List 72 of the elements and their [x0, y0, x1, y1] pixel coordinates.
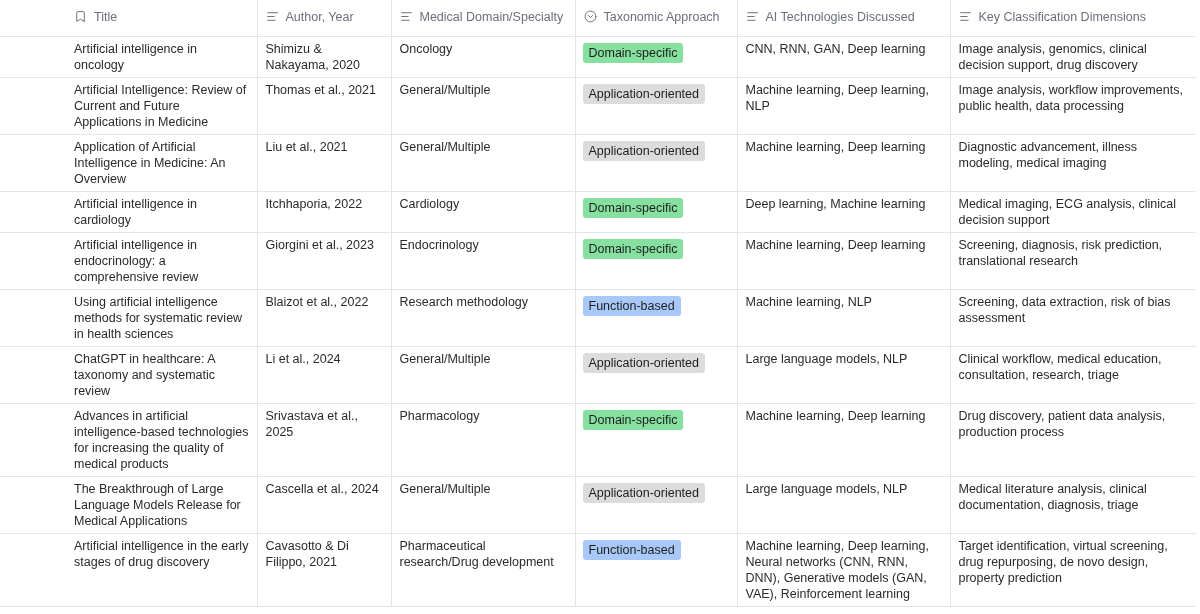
cell-text: Deep learning, Machine learning — [745, 197, 926, 211]
cell-text: Image analysis, workflow improvements, public health, data processing — [958, 83, 1183, 113]
approach-tag: Application-oriented — [582, 141, 705, 161]
cell-text: Liu et al., 2021 — [265, 140, 348, 154]
cell-text: Blaizot et al., 2022 — [265, 295, 369, 309]
cell-text: Shimizu & Nakayama, 2020 — [265, 42, 360, 72]
cell-text: Machine learning, Deep learning, Neural networks (CNN, RNN, DNN), Generative models (GAN, VAE), Reinforcement learning — [745, 539, 929, 601]
cell-text: Oncology — [399, 42, 453, 56]
cell-text: Screening, diagnosis, risk prediction, translational research — [958, 238, 1163, 268]
text-lines-icon — [958, 10, 972, 24]
cell-text: ChatGPT in healthcare: A taxonomy and systematic review — [74, 352, 216, 398]
text-lines-icon — [265, 10, 279, 24]
circle-chevron-icon — [583, 10, 597, 24]
cell-text: Artificial intelligence in oncology — [74, 42, 197, 72]
approach-tag: Application-oriented — [582, 84, 705, 104]
cell-text: Artificial intelligence in endocrinology: a comprehensive review — [74, 238, 199, 284]
cell-text: General/Multiple — [399, 482, 491, 496]
text-lines-icon — [745, 10, 759, 24]
bookmark-icon — [74, 10, 87, 24]
column-header: Taxonomic Approach — [603, 8, 720, 25]
column-header: Title — [94, 8, 118, 25]
cell-text: Image analysis, genomics, clinical decision support, drug discovery — [958, 42, 1147, 72]
cell-text: The Breakthrough of Large Language Models Release for Medical Applications — [74, 482, 241, 528]
cell-text: Cascella et al., 2024 — [265, 482, 379, 496]
cell-text: Giorgini et al., 2023 — [265, 238, 374, 252]
column-header: AI Technologies Discussed — [765, 8, 915, 25]
cell-text: Application of Artificial Intelligence in Medicine: An Overview — [74, 140, 226, 186]
cell-text: Medical literature analysis, clinical documentation, diagnosis, triage — [958, 482, 1147, 512]
approach-tag: Domain-specific — [582, 239, 684, 259]
approach-tag: Application-oriented — [582, 353, 705, 373]
column-header: Medical Domain/Specialty — [419, 8, 564, 25]
cell-text: Itchhaporia, 2022 — [265, 197, 363, 211]
approach-tag: Function-based — [582, 540, 681, 560]
cell-text: Drug discovery, patient data analysis, production process — [958, 409, 1166, 439]
cell-text: Diagnostic advancement, illness modeling, medical imaging — [958, 140, 1138, 170]
approach-tag: Domain-specific — [582, 410, 684, 430]
cell-text: Cavasotto & Di Filippo, 2021 — [265, 539, 349, 569]
cell-text: Machine learning, Deep learning — [745, 238, 926, 252]
cell-text: Machine learning, Deep learning, NLP — [745, 83, 929, 113]
cell-text: Advances in artificial intelligence-based technologies for increasing the quality of medical products — [74, 409, 249, 471]
cell-text: Cardiology — [399, 197, 460, 211]
cell-text: Thomas et al., 2021 — [265, 83, 376, 97]
text-lines-icon — [399, 10, 413, 24]
cell-text: General/Multiple — [399, 83, 491, 97]
approach-tag: Application-oriented — [582, 483, 705, 503]
cell-text: General/Multiple — [399, 140, 491, 154]
cell-text: Machine learning, Deep learning — [745, 140, 926, 154]
cell-text: Clinical workflow, medical education, consultation, research, triage — [958, 352, 1162, 382]
approach-tag: Domain-specific — [582, 43, 684, 63]
cell-text: CNN, RNN, GAN, Deep learning — [745, 42, 926, 56]
cell-text: Machine learning, Deep learning — [745, 409, 926, 423]
cell-text: Li et al., 2024 — [265, 352, 341, 366]
cell-text: Pharmaceutical research/Drug development — [399, 539, 554, 569]
column-header: Key Classification Dimensions — [978, 8, 1146, 25]
cell-text: Using artificial intelligence methods for systematic review in health sciences — [74, 295, 243, 341]
cell-text: Large language models, NLP — [745, 352, 908, 366]
cell-text: Large language models, NLP — [745, 482, 908, 496]
cell-text: Medical imaging, ECG analysis, clinical decision support — [958, 197, 1176, 227]
cell-text: Endocrinology — [399, 238, 479, 252]
cell-text: Srivastava et al., 2025 — [265, 409, 358, 439]
cell-text: Artificial intelligence in the early stages of drug discovery — [74, 539, 249, 569]
cell-text: Artificial intelligence in cardiology — [74, 197, 197, 227]
cell-text: Artificial Intelligence: Review of Current and Future Applications in Medicine — [74, 83, 247, 129]
cell-text: General/Multiple — [399, 352, 491, 366]
cell-text: Screening, data extraction, risk of bias assessment — [958, 295, 1171, 325]
cell-text: Machine learning, NLP — [745, 295, 872, 309]
column-header: Author, Year — [285, 8, 354, 25]
cell-text: Pharmacology — [399, 409, 480, 423]
cell-text: Research methodology — [399, 295, 529, 309]
approach-tag: Domain-specific — [582, 198, 684, 218]
cell-text: Target identification, virtual screening, drug repurposing, de novo design, property prediction — [958, 539, 1168, 585]
approach-tag: Function-based — [582, 296, 681, 316]
